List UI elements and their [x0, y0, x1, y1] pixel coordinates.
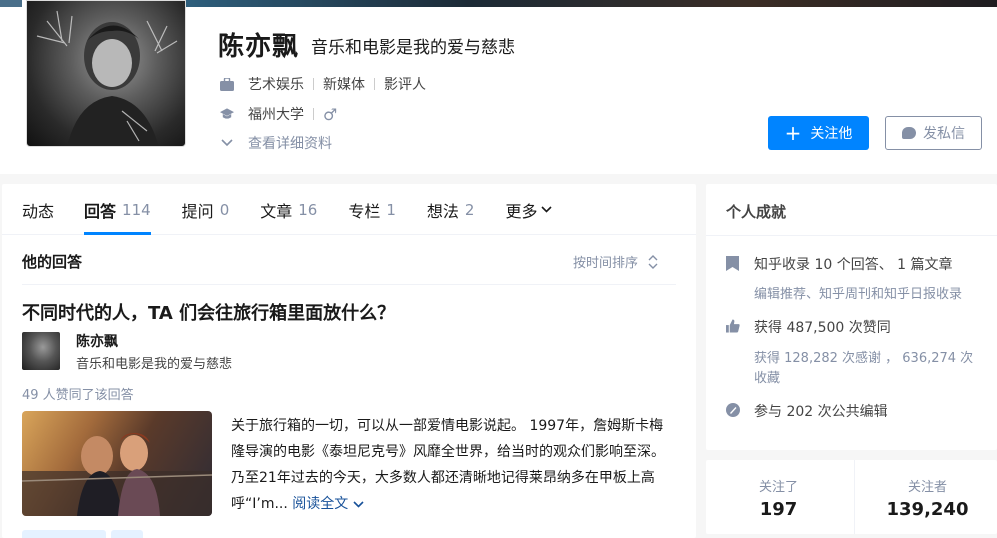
author-name-link[interactable]: 陈亦飘: [76, 331, 118, 351]
followers-stat[interactable]: 关注者 139,240: [855, 460, 997, 534]
following-label: 关注了: [758, 480, 798, 495]
tab-more[interactable]: 更多: [505, 184, 553, 235]
following-stat[interactable]: 关注了 197: [706, 460, 851, 534]
avatar-photo: [36, 10, 178, 146]
tab-count: 0: [219, 200, 230, 219]
send-message-button[interactable]: 发私信: [885, 116, 982, 150]
tab-count: 2: [464, 200, 475, 219]
author-avatar[interactable]: [22, 332, 60, 370]
separator: [313, 108, 314, 120]
industry-art: 艺术娱乐: [248, 77, 304, 93]
tab-columns[interactable]: 专栏 1: [348, 184, 396, 235]
follow-button-label: 关注他: [810, 126, 853, 142]
read-more-label: 阅读全文: [292, 496, 349, 512]
tab-label: 文章: [260, 201, 293, 221]
achievement-edits: 参与 202 次公共编辑: [726, 401, 888, 421]
followers-label: 关注者: [907, 480, 947, 495]
achievement-collected: 知乎收录 10 个回答、 1 篇文章: [726, 254, 953, 274]
cover-image: [185, 0, 997, 7]
achievements-card: 个人成就 知乎收录 10 个回答、 1 篇文章 编辑推荐、知乎周刊和知乎日报收录…: [706, 184, 997, 450]
school-name: 福州大学: [248, 107, 304, 123]
plus-icon: +: [784, 121, 802, 145]
separator: [313, 78, 314, 90]
tab-articles[interactable]: 文章 16: [260, 184, 317, 235]
tab-questions[interactable]: 提问 0: [182, 184, 230, 235]
achievements-title: 个人成就: [726, 203, 787, 221]
follow-button[interactable]: + 关注他: [768, 116, 869, 150]
sort-label: 按时间排序: [573, 256, 639, 271]
author-bio: 音乐和电影是我的爱与慈悲: [76, 357, 233, 372]
action-button-stub[interactable]: [22, 530, 106, 538]
industry-row: 艺术娱乐 新媒体 影评人: [220, 74, 426, 94]
answers-header: 他的回答 按时间排序: [2, 235, 696, 285]
tab-label: 提问: [181, 201, 214, 221]
question-title-link[interactable]: 不同时代的人，TA 们会往旅行箱里面放什么？: [22, 299, 395, 325]
chevron-down-icon: [353, 501, 364, 508]
separator: [374, 78, 375, 90]
following-count: 197: [759, 499, 798, 520]
vote-count: 49 人赞同了该回答: [22, 388, 134, 403]
action-button-stub[interactable]: [111, 530, 143, 538]
cover-image: [0, 0, 22, 7]
tab-count: 114: [122, 200, 151, 219]
chevron-down-icon: [220, 136, 234, 150]
profile-header: 陈亦飘 音乐和电影是我的爱与慈悲 艺术娱乐 新媒体 影评人 福州大学 ♂ 查看详…: [0, 0, 997, 174]
profile-avatar[interactable]: [26, 0, 186, 147]
tab-answers[interactable]: 回答 114: [84, 184, 151, 235]
thumbnail-image: [22, 433, 212, 516]
education-row: 福州大学 ♂: [220, 104, 337, 124]
industry-critic: 影评人: [384, 77, 426, 93]
view-details-link[interactable]: 查看详细资料: [220, 133, 332, 153]
divider: [706, 235, 997, 236]
answer-thumbnail[interactable]: [22, 411, 212, 516]
edits-text: 参与 202 次公共编辑: [754, 404, 888, 420]
briefcase-icon: [220, 77, 234, 91]
male-icon: ♂: [323, 104, 338, 124]
tab-label: 想法: [426, 201, 459, 221]
read-more-link[interactable]: 阅读全文: [292, 496, 364, 512]
tab-label: 回答: [84, 201, 117, 221]
tab-count: 1: [386, 200, 396, 219]
profile-tabs: 动态 回答 114 提问 0 文章 16 专栏 1 想法 2 更多: [2, 184, 696, 235]
thumbs-up-icon: [726, 319, 740, 333]
industry-new-media: 新媒体: [323, 77, 365, 93]
tab-label: 更多: [505, 201, 538, 221]
edit-compass-icon: [726, 403, 740, 417]
divider: [22, 284, 676, 285]
graduation-cap-icon: [220, 107, 234, 121]
sort-by-time-button[interactable]: 按时间排序: [573, 252, 658, 271]
collected-sub-link[interactable]: 编辑推荐、知乎周刊和知乎日报收录: [754, 285, 984, 305]
tab-count: 16: [298, 200, 318, 219]
collected-text: 知乎收录 10 个回答、 1 篇文章: [754, 257, 953, 273]
follow-stats-card: 关注了 197 关注者 139,240: [706, 460, 997, 534]
send-message-label: 发私信: [923, 126, 965, 142]
tab-thoughts[interactable]: 想法 2: [427, 184, 475, 235]
tab-label: 专栏: [348, 201, 381, 221]
followers-count: 139,240: [886, 499, 969, 520]
profile-name: 陈亦飘: [218, 32, 300, 62]
chat-bubble-icon: [902, 127, 916, 139]
answers-section-title: 他的回答: [22, 253, 83, 271]
view-details-label: 查看详细资料: [248, 136, 332, 152]
thanks-and-favorites: 获得 128,282 次感谢 ， 636,274 次收藏: [754, 351, 974, 386]
answer-excerpt: 关于旅行箱的一切，可以从一部爱情电影说起。 1997年，詹姆斯卡梅隆导演的电影《…: [231, 413, 677, 517]
bookmark-icon: [726, 256, 740, 271]
profile-headline: 音乐和电影是我的爱与慈悲: [311, 38, 515, 58]
achievement-likes: 获得 487,500 次赞同: [726, 317, 891, 337]
sort-arrows-icon: [648, 254, 658, 269]
tab-activities[interactable]: 动态: [22, 184, 54, 235]
likes-text: 获得 487,500 次赞同: [754, 320, 891, 336]
main-content-card: 动态 回答 114 提问 0 文章 16 专栏 1 想法 2 更多 他的回答 按…: [2, 184, 696, 538]
tab-label: 动态: [22, 201, 55, 221]
chevron-down-icon: [541, 203, 553, 216]
